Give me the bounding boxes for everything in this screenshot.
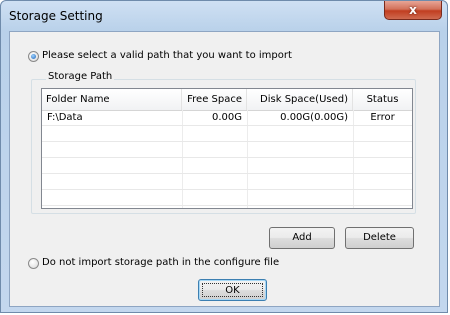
close-button[interactable]: x	[384, 1, 442, 20]
window-title: Storage Setting	[9, 9, 103, 23]
ok-button[interactable]: OK	[198, 279, 267, 301]
no-import-radio[interactable]	[28, 258, 39, 269]
table-row-empty	[42, 190, 412, 206]
table-row[interactable]: F:\Data 0.00G 0.00G(0.00G) Error	[42, 110, 412, 126]
delete-button[interactable]: Delete	[345, 227, 414, 249]
title-bar[interactable]: Storage Setting x	[1, 1, 447, 31]
no-import-label[interactable]: Do not import storage path in the config…	[42, 257, 279, 268]
import-path-radio[interactable]	[28, 51, 39, 62]
table-row-empty	[42, 174, 412, 190]
add-button[interactable]: Add	[269, 227, 335, 249]
table-row-empty	[42, 142, 412, 158]
table-row-empty	[42, 126, 412, 142]
cell-status: Error	[370, 112, 395, 123]
cell-folder-name: F:\Data	[47, 112, 83, 123]
list-header: Folder Name Free Space Disk Space(Used) …	[42, 89, 412, 111]
cell-disk-space: 0.00G(0.00G)	[280, 112, 348, 123]
close-icon: x	[409, 3, 417, 17]
table-row-empty	[42, 158, 412, 174]
column-header-status[interactable]: Status	[353, 89, 412, 110]
ok-button-label: OK	[202, 283, 263, 297]
cell-free-space: 0.00G	[211, 112, 242, 123]
column-header-folder-name[interactable]: Folder Name	[42, 89, 182, 110]
column-header-free-space[interactable]: Free Space	[182, 89, 247, 110]
storage-path-list[interactable]: Folder Name Free Space Disk Space(Used) …	[41, 88, 413, 209]
storage-path-group-title: Storage Path	[46, 71, 115, 82]
column-header-disk-space[interactable]: Disk Space(Used)	[247, 89, 353, 110]
import-path-label[interactable]: Please select a valid path that you want…	[42, 50, 292, 61]
